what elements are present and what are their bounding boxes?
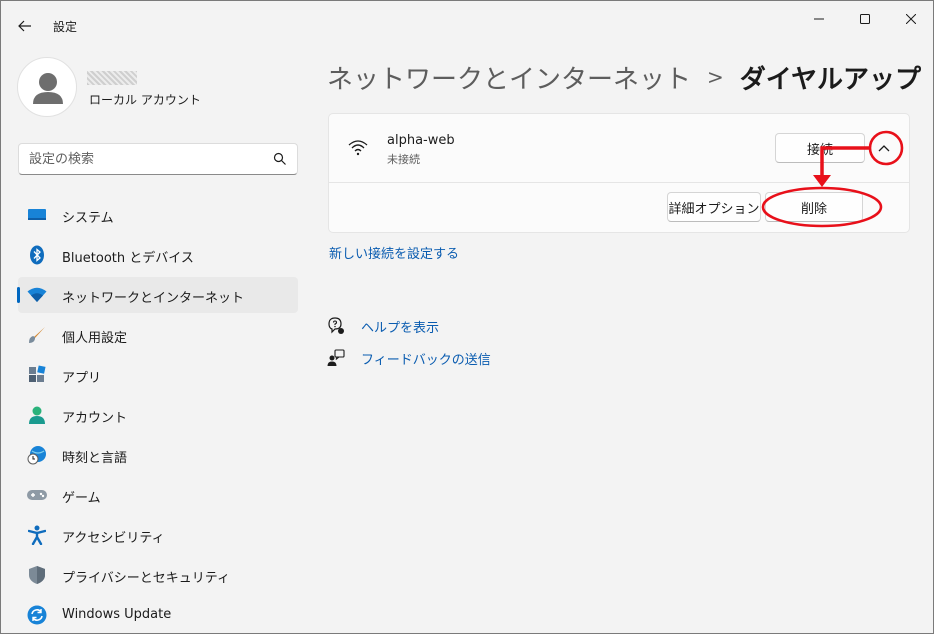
- accessibility-icon: [26, 525, 48, 545]
- delete-button[interactable]: 削除: [765, 192, 863, 222]
- help-icon: [327, 317, 347, 337]
- sidebar-item-label: 個人用設定: [62, 331, 128, 346]
- title-bar: 設定: [1, 1, 933, 49]
- shield-icon: [26, 565, 48, 585]
- system-icon: [26, 205, 48, 225]
- brush-icon: [26, 325, 48, 345]
- search-input[interactable]: [29, 150, 269, 168]
- breadcrumb: ネットワークとインターネット > ダイヤルアップ: [327, 57, 921, 97]
- sidebar-item-system[interactable]: システム: [18, 197, 298, 233]
- page-title: ダイヤルアップ: [739, 64, 922, 95]
- sidebar-item-label: ゲーム: [62, 491, 101, 506]
- feedback-label: フィードバックの送信: [361, 353, 491, 368]
- maximize-icon: [860, 14, 870, 24]
- time-language-icon: [26, 445, 48, 465]
- connection-status: 未接続: [387, 153, 420, 166]
- sidebar-item-label: Windows Update: [62, 607, 172, 622]
- breadcrumb-parent[interactable]: ネットワークとインターネット: [327, 59, 691, 96]
- bluetooth-icon: [26, 245, 48, 265]
- sidebar-item-accessibility[interactable]: アクセシビリティ: [18, 517, 298, 553]
- back-arrow-icon: [18, 20, 31, 32]
- sidebar-item-gaming[interactable]: ゲーム: [18, 477, 298, 513]
- username-redacted: [87, 71, 137, 85]
- sidebar-item-accounts[interactable]: アカウント: [18, 397, 298, 433]
- network-icon: [26, 285, 48, 305]
- sidebar-item-privacy[interactable]: プライバシーとセキュリティ: [18, 557, 298, 593]
- apps-icon: [26, 365, 48, 385]
- account-type: ローカル アカウント: [89, 93, 201, 107]
- dialup-icon: [347, 138, 369, 160]
- update-icon: [26, 605, 48, 625]
- user-avatar-icon: [33, 73, 63, 104]
- sidebar-item-label: ネットワークとインターネット: [62, 291, 245, 306]
- advanced-options-button[interactable]: 詳細オプション: [667, 192, 761, 222]
- sidebar-item-time-language[interactable]: 時刻と言語: [18, 437, 298, 473]
- sidebar-item-label: システム: [62, 211, 114, 226]
- app-title: 設定: [53, 20, 78, 34]
- connect-button[interactable]: 接続: [775, 133, 865, 163]
- sidebar-nav: システム Bluetooth とデバイス ネットワークとインターネット 個人用設…: [17, 197, 298, 634]
- search-box[interactable]: [18, 143, 298, 175]
- minimize-icon: [814, 18, 824, 20]
- feedback-icon: [327, 349, 347, 369]
- new-connection-link[interactable]: 新しい接続を設定する: [329, 243, 459, 262]
- sidebar-item-label: アプリ: [62, 371, 102, 386]
- search-icon[interactable]: [273, 152, 287, 166]
- sidebar-item-label: アカウント: [62, 411, 128, 426]
- card-divider: [329, 182, 909, 183]
- minimize-button[interactable]: [796, 5, 842, 33]
- maximize-button[interactable]: [842, 5, 888, 33]
- sidebar-item-label: アクセシビリティ: [62, 531, 165, 546]
- avatar: [17, 57, 77, 117]
- get-help-label: ヘルプを表示: [361, 321, 440, 336]
- gamepad-icon: [26, 485, 48, 505]
- close-button[interactable]: [888, 5, 934, 33]
- account-icon: [26, 405, 48, 425]
- active-indicator: [17, 287, 20, 303]
- chevron-up-icon: [878, 145, 890, 152]
- sidebar-item-personalization[interactable]: 個人用設定: [18, 317, 298, 353]
- sidebar-item-label: 時刻と言語: [62, 451, 128, 466]
- breadcrumb-separator: >: [707, 65, 724, 89]
- sidebar-item-label: プライバシーとセキュリティ: [62, 571, 230, 586]
- close-icon: [906, 14, 916, 24]
- collapse-button[interactable]: [869, 133, 899, 163]
- back-button[interactable]: [11, 13, 39, 39]
- dialup-connection-card: alpha-web 未接続 接続 詳細オプション 削除: [328, 113, 910, 233]
- sidebar-item-apps[interactable]: アプリ: [18, 357, 298, 393]
- sidebar-item-bluetooth[interactable]: Bluetooth とデバイス: [18, 237, 298, 273]
- settings-window: 設定 ローカル アカウント 設定の検索 システム Bluetooth とデバイス…: [0, 0, 934, 634]
- sidebar-item-windows-update[interactable]: Windows Update: [18, 597, 298, 633]
- sidebar-item-label: Bluetooth とデバイス: [62, 251, 194, 266]
- connection-name: alpha-web: [387, 133, 455, 148]
- sidebar-item-network[interactable]: ネットワークとインターネット: [17, 277, 298, 313]
